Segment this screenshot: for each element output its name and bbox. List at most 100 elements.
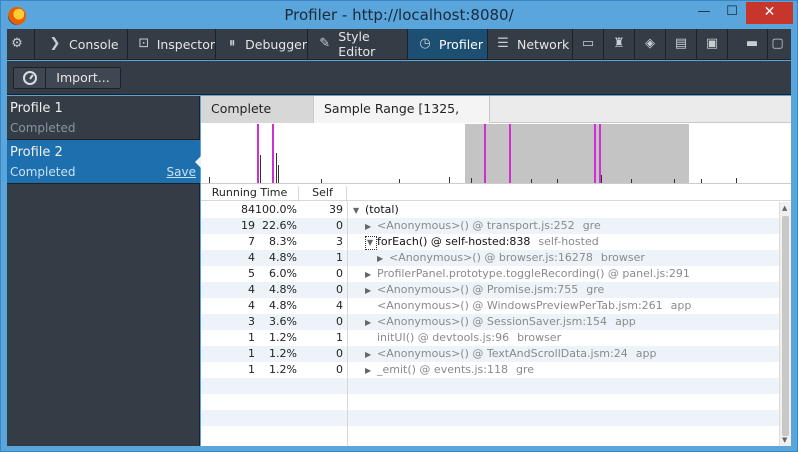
scroll-up-icon[interactable]: ▲ [782, 204, 787, 212]
running-time-percent: 4.8% [269, 283, 297, 296]
table-row[interactable]: 3 3.6% 0 ▶ <Anonymous>() @ SessionSaver.jsm:… [201, 314, 779, 330]
gear-icon: ⚙ [11, 36, 23, 51]
save-link[interactable]: Save [167, 165, 196, 179]
sample-tick [449, 177, 450, 183]
options-button[interactable]: ⚙ [7, 29, 35, 59]
running-time-percent: 3.6% [269, 315, 297, 328]
table-row[interactable]: 4 4.8% 0 ▶ <Anonymous>() @ Promise.jsm:755 gr… [201, 282, 779, 298]
sample-tick [601, 175, 602, 183]
profiles-sidebar: Profile 1 Completed Profile 2 Completed … [7, 96, 201, 446]
import-button[interactable]: Import... [46, 67, 121, 89]
profiler-toolbar: Import... [7, 61, 791, 95]
function-name: <Anonymous>() @ browser.js:16278 [389, 251, 593, 264]
selected-range[interactable] [465, 124, 689, 183]
scratchpad-button[interactable]: ▤ [666, 29, 697, 59]
pause-icon: ⏸ [228, 36, 236, 51]
table-row[interactable]: 4 4.8% 1 ▶ <Anonymous>() @ browser.js:16278 b… [201, 250, 779, 266]
sample-tick [278, 165, 279, 183]
sample-tick [276, 153, 277, 183]
function-cell: <Anonymous>() @ WindowsPreviewPerTab.jsm… [353, 298, 691, 314]
expand-right-icon[interactable]: ▶ [365, 363, 377, 379]
tab-style-editor[interactable]: ✎ Style Editor [308, 29, 408, 59]
sample-tick [531, 179, 532, 183]
running-time-value: 84 [241, 203, 255, 216]
table-row [201, 410, 779, 426]
3d-view-button[interactable]: ◈ [635, 29, 666, 59]
table-row[interactable]: 1 1.2% 0 ▶ <Anonymous>() @ TextAndScrollData… [201, 346, 779, 362]
expand-right-icon[interactable]: ▶ [365, 219, 377, 235]
running-time-percent: 1.2% [269, 331, 297, 344]
column-headers: Running Time Self [201, 185, 791, 202]
table-row[interactable]: 1 1.2% 1 initUI() @ devtools.js:96 browser [201, 330, 779, 346]
minimize-button[interactable]: — [691, 2, 717, 24]
tab-network-label: Network [517, 36, 570, 52]
tab-inspector-label: Inspector [156, 36, 215, 52]
table-row[interactable]: 84 100.0% 39 ▼ (total) [201, 202, 779, 218]
tab-sample-range[interactable]: Sample Range [1325, 2450] [314, 96, 490, 142]
tab-profiler-label: Profiler [439, 36, 484, 52]
function-name: (total) [365, 203, 399, 216]
call-tree-scrollbar[interactable]: ▲ ▼ [779, 202, 791, 446]
sample-tick [321, 179, 322, 183]
undock-button[interactable]: ▢ [762, 29, 793, 59]
self-time-value: 0 [336, 363, 343, 376]
close-button[interactable]: ✕ [746, 2, 793, 24]
self-time-value: 1 [336, 251, 343, 264]
table-row[interactable]: 7 8.3% 3 ▼ forEach() @ self-hosted:838 self-h… [201, 234, 779, 250]
function-category: gre [586, 283, 605, 296]
table-row[interactable]: 19 22.6% 0 ▶ <Anonymous>() @ transport.js:25… [201, 218, 779, 234]
function-category: browser [600, 251, 645, 264]
running-time-percent: 1.2% [269, 363, 297, 376]
function-name: ProfilerPanel.prototype.toggleRecording(… [377, 267, 690, 280]
self-time-value: 0 [336, 315, 343, 328]
expand-down-icon[interactable]: ▼ [365, 236, 377, 250]
function-name: <Anonymous>() @ WindowsPreviewPerTab.jsm… [377, 299, 663, 312]
running-time-percent: 4.8% [269, 299, 297, 312]
tab-debugger[interactable]: ⏸ Debugger [216, 29, 308, 59]
paint-flashing-button[interactable]: ♜ [604, 29, 635, 59]
table-row[interactable]: 4 4.8% 4 <Anonymous>() @ WindowsPreviewPerT… [201, 298, 779, 314]
monitor-icon: ▭ [581, 36, 595, 51]
record-button[interactable] [13, 67, 46, 89]
expand-right-icon[interactable]: ▶ [365, 315, 377, 331]
function-name: initUI() @ devtools.js:96 [377, 331, 510, 344]
stopwatch-icon [23, 71, 37, 85]
expand-right-icon[interactable]: ▶ [377, 251, 389, 267]
maximize-button[interactable]: ☐ [719, 2, 745, 24]
running-time-value: 1 [248, 363, 255, 376]
scroll-thumb[interactable] [782, 216, 789, 436]
dock-icon: ▬ [745, 36, 759, 51]
marker-line [257, 124, 259, 183]
tab-debugger-label: Debugger [245, 36, 307, 52]
expand-right-icon[interactable]: ▶ [365, 283, 377, 299]
tab-network[interactable]: ☰ Network [488, 29, 573, 59]
notepad-icon: ▤ [674, 36, 688, 51]
profile-item-2[interactable]: Profile 2 Completed Save [7, 140, 201, 184]
table-row[interactable]: 5 6.0% 0 ▶ ProfilerPanel.prototype.toggleRec… [201, 266, 779, 282]
screenshot-button[interactable]: ▣ [697, 29, 728, 59]
tab-profiler[interactable]: ◷ Profiler [408, 29, 488, 59]
running-time-value: 4 [248, 299, 255, 312]
profile-item-1[interactable]: Profile 1 Completed [7, 96, 200, 140]
sample-tick [674, 179, 675, 183]
table-row[interactable]: 1 1.2% 0 ▶ _emit() @ events.js:118 gre [201, 362, 779, 378]
marker-line [484, 124, 486, 183]
tab-complete-profile[interactable]: Complete Profile [201, 96, 314, 142]
profile-timeline[interactable] [201, 124, 791, 184]
expand-right-icon[interactable]: ▶ [365, 267, 377, 283]
running-time-header[interactable]: Running Time [201, 186, 299, 202]
tab-inspector[interactable]: ⊡ Inspector [128, 29, 216, 59]
responsive-mode-button[interactable]: ▭ [573, 29, 604, 59]
sample-tick [701, 179, 702, 183]
expand-right-icon[interactable]: ▶ [365, 347, 377, 363]
scroll-down-icon[interactable]: ▼ [782, 436, 787, 444]
tab-console[interactable]: ❯ Console [36, 29, 128, 59]
function-cell: ▶ <Anonymous>() @ SessionSaver.jsm:154 app [353, 314, 636, 331]
expand-down-icon[interactable]: ▼ [353, 203, 365, 219]
function-category: self-hosted [538, 235, 599, 248]
chevron-right-icon: ❯ [49, 36, 61, 51]
tab-style-editor-label: Style Editor [338, 29, 376, 59]
self-header[interactable]: Self [299, 186, 347, 202]
call-tree: 84 100.0% 39 ▼ (total) 19 22.6% 0 ▶ <Anonymous>()… [201, 202, 791, 446]
function-cell: ▼ (total) [353, 202, 407, 219]
